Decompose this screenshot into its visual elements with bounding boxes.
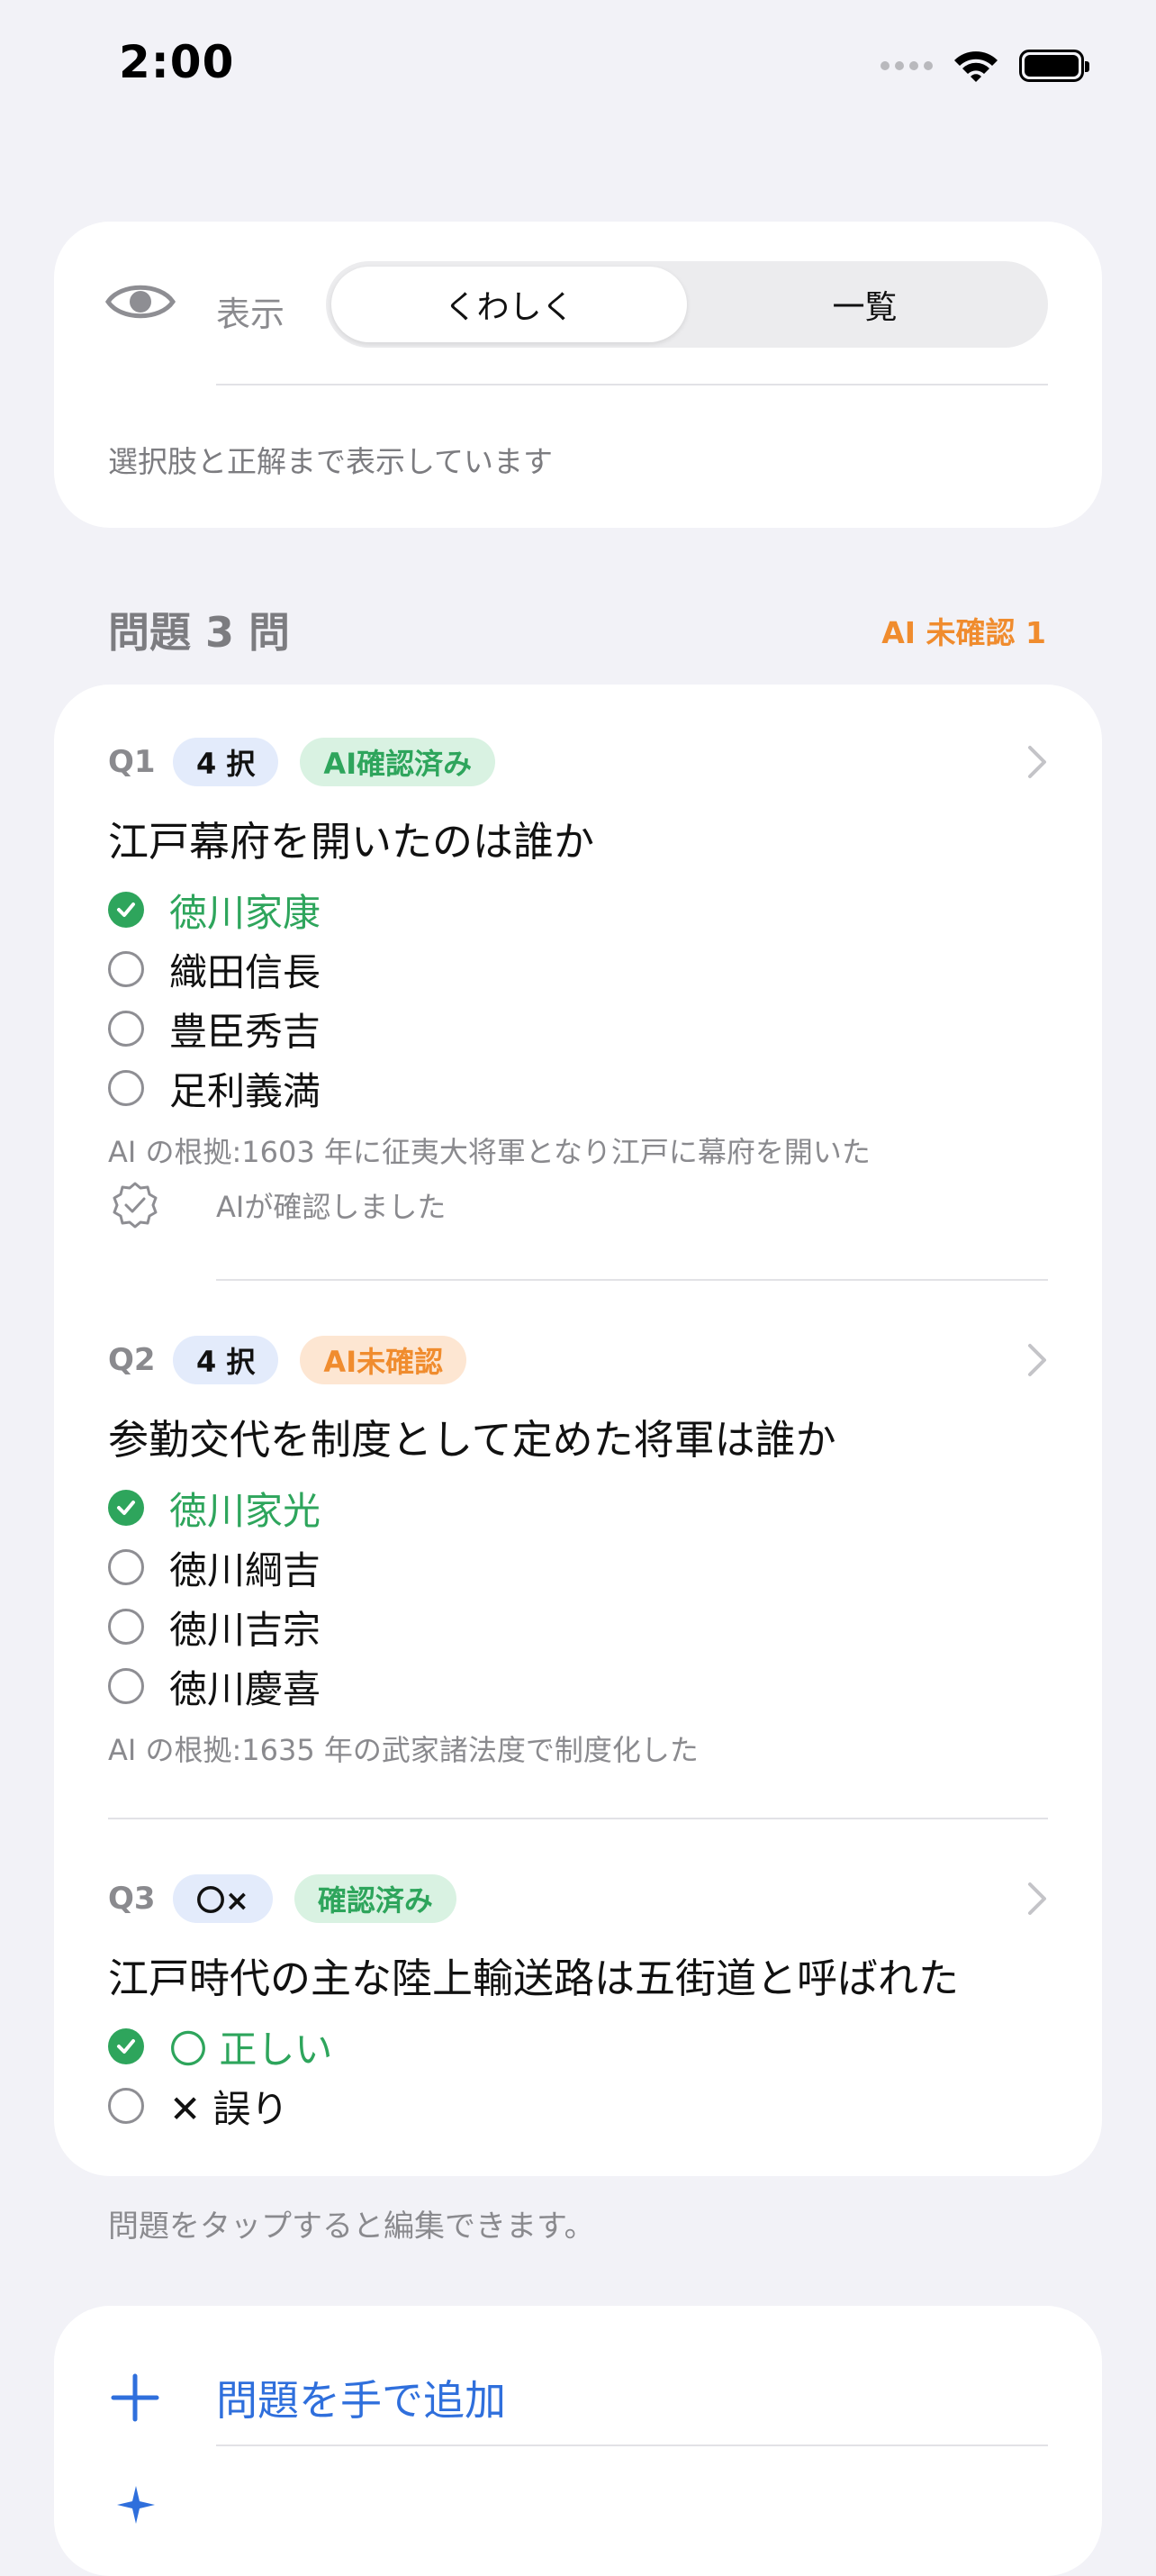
question-header: Q3 〇× 確認済み (108, 1873, 456, 1924)
verified-badge-icon (113, 1182, 158, 1229)
display-label: 表示 (216, 295, 285, 334)
option-label: 豊臣秀吉 (169, 1009, 321, 1054)
option-label: ✕ 誤り (169, 2086, 289, 2131)
question-title: 江戸幕府を開いたのは誰か (108, 818, 595, 866)
question-title: 参勤交代を制度として定めた将軍は誰か (108, 1416, 836, 1464)
ai-confirmed-row: AIが確認しました (108, 1178, 446, 1232)
option-row: 足利義満 (108, 1061, 321, 1115)
chevron-right-icon (1028, 1344, 1046, 1376)
sparkle-icon (117, 2486, 155, 2524)
wifi-icon (954, 51, 998, 82)
status-badge: 確認済み (294, 1874, 456, 1923)
empty-circle-icon (108, 951, 144, 987)
option-label: 徳川家光 (169, 1488, 321, 1533)
question-type-badge: 4 択 (173, 738, 279, 786)
question-item[interactable]: Q1 4 択 AI確認済み 江戸幕府を開いたのは誰か 徳川家康 織田信長 豊臣秀… (54, 737, 1102, 1295)
divider (216, 1279, 1048, 1281)
segment-list[interactable]: 一覧 (687, 267, 1043, 342)
option-row: 徳川綱吉 (108, 1540, 321, 1594)
segment-detail[interactable]: くわしく (331, 267, 687, 342)
option-row: 徳川家光 (108, 1481, 321, 1535)
status-bar: 2:00 (0, 0, 1156, 126)
question-number: Q1 (108, 744, 156, 780)
eye-icon (104, 285, 176, 319)
option-label: 徳川綱吉 (169, 1547, 321, 1592)
question-header: Q2 4 択 AI未確認 (108, 1335, 467, 1385)
option-row: 徳川吉宗 (108, 1600, 321, 1654)
question-number: Q3 (108, 1881, 156, 1917)
questions-card: Q1 4 択 AI確認済み 江戸幕府を開いたのは誰か 徳川家康 織田信長 豊臣秀… (54, 685, 1102, 2176)
divider (216, 2444, 1048, 2446)
battery-icon (1019, 50, 1089, 82)
option-row: ✕ 誤り (108, 2079, 289, 2133)
status-icons (881, 43, 1089, 88)
option-label: 織田信長 (169, 949, 321, 994)
empty-circle-icon (108, 1011, 144, 1047)
ai-confirmed-text: AIが確認しました (216, 1190, 447, 1224)
question-item[interactable]: Q3 〇× 確認済み 江戸時代の主な陸上輸送路は五街道と呼ばれた 〇 正しい ✕… (54, 1873, 1102, 2144)
display-description: 選択肢と正解まで表示しています (108, 444, 554, 479)
chevron-right-icon (1028, 746, 1046, 778)
option-row: 〇 正しい (108, 2019, 332, 2073)
ai-rationale: AI の根拠:1603 年に征夷大将軍となり江戸に幕府を開いた (108, 1135, 871, 1169)
empty-circle-icon (108, 1668, 144, 1704)
check-circle-icon (108, 892, 144, 928)
divider (216, 384, 1048, 385)
question-type-badge: 4 択 (173, 1336, 279, 1384)
option-label: 〇 正しい (169, 2027, 333, 2072)
option-row: 徳川慶喜 (108, 1659, 321, 1713)
check-circle-icon (108, 1490, 144, 1526)
ai-rationale: AI の根拠:1635 年の武家諸法度で制度化した (108, 1733, 699, 1767)
add-question-label: 問題を手で追加 (216, 2376, 506, 2425)
empty-circle-icon (108, 1070, 144, 1106)
empty-circle-icon (108, 2088, 144, 2124)
question-item[interactable]: Q2 4 択 AI未確認 参勤交代を制度として定めた将軍は誰か 徳川家光 徳川綱… (54, 1335, 1102, 1839)
ai-unconfirmed-count: AI 未確認 1 (881, 615, 1046, 650)
plus-icon (111, 2373, 159, 2422)
option-row: 豊臣秀吉 (108, 1002, 321, 1056)
option-label: 徳川家康 (169, 890, 321, 935)
option-label: 徳川吉宗 (169, 1607, 321, 1652)
option-row: 徳川家康 (108, 883, 321, 937)
question-header: Q1 4 択 AI確認済み (108, 737, 496, 787)
question-title: 江戸時代の主な陸上輸送路は五街道と呼ばれた (108, 1955, 960, 2002)
add-question-card: 問題を手で追加 (54, 2306, 1102, 2576)
chevron-right-icon (1028, 1882, 1046, 1915)
status-time: 2:00 (119, 36, 235, 88)
divider (108, 1818, 1048, 1819)
question-number: Q2 (108, 1342, 156, 1378)
option-label: 足利義満 (169, 1068, 321, 1113)
status-badge: AI確認済み (300, 738, 496, 786)
empty-circle-icon (108, 1609, 144, 1645)
add-question-manually-button[interactable]: 問題を手で追加 (108, 2353, 506, 2443)
display-mode-card: 表示 くわしく 一覧 選択肢と正解まで表示しています (54, 222, 1102, 528)
option-label: 徳川慶喜 (169, 1666, 321, 1711)
cellular-signal-icon (881, 61, 933, 70)
section-title: 問題 3 問 (108, 608, 291, 657)
empty-circle-icon (108, 1549, 144, 1585)
check-circle-icon (108, 2028, 144, 2064)
status-badge: AI未確認 (300, 1336, 467, 1384)
display-mode-segmented-control: くわしく 一覧 (326, 261, 1048, 348)
option-row: 織田信長 (108, 942, 321, 996)
edit-hint: 問題をタップすると編集できます。 (108, 2209, 595, 2245)
question-type-badge: 〇× (173, 1874, 273, 1923)
